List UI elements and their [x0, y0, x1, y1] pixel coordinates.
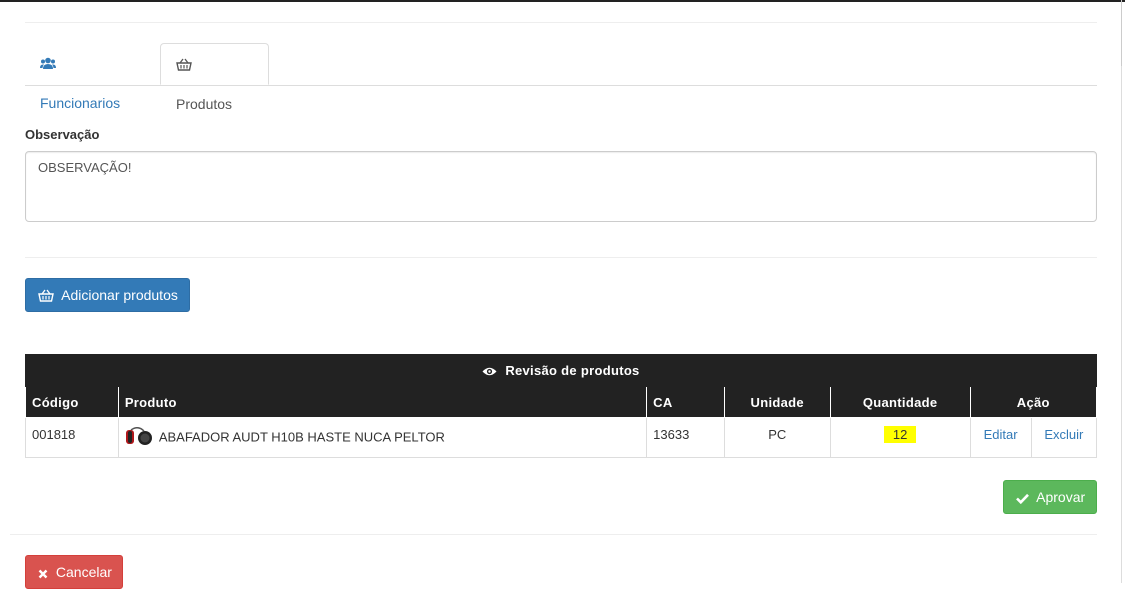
cell-produto-name: ABAFADOR AUDT H10B HASTE NUCA PELTOR — [158, 429, 445, 445]
column-header-acao: Ação — [969, 386, 1097, 418]
check-icon — [1016, 489, 1036, 505]
products-review-table: Revisão de produtos Código Produto CA Un… — [25, 354, 1098, 458]
cancel-button[interactable]: Cancelar — [25, 555, 123, 589]
review-table-title-text: Revisão de produtos — [505, 363, 640, 378]
approve-label: Aprovar — [1036, 489, 1086, 505]
eye-icon — [482, 363, 505, 378]
tab-funcionarios[interactable]: Funcionarios — [25, 43, 157, 111]
top-border — [0, 0, 1125, 2]
cell-quantidade: 12 — [829, 417, 971, 458]
review-table-title: Revisão de produtos — [25, 354, 1097, 387]
tab-funcionarios-label: Funcionarios — [40, 95, 121, 111]
cell-produto: ABAFADOR AUDT H10B HASTE NUCA PELTOR — [117, 417, 648, 458]
approve-button[interactable]: Aprovar — [1003, 480, 1097, 514]
tab-bar: Funcionarios Produtos — [25, 43, 1097, 112]
basket-icon — [176, 56, 196, 72]
column-header-unidade: Unidade — [723, 386, 831, 418]
cell-excluir: Excluir — [1030, 417, 1098, 458]
basket-icon — [38, 287, 61, 303]
column-header-quantidade: Quantidade — [829, 386, 971, 418]
observacao-textarea[interactable]: OBSERVAÇÃO! — [25, 151, 1097, 222]
cancel-label: Cancelar — [55, 564, 112, 580]
table-row: 001818 ABAFADOR AUDT H10B HASTE NUCA PEL… — [25, 417, 1098, 458]
cell-unidade: PC — [723, 417, 831, 458]
add-products-label: Adicionar produtos — [61, 287, 178, 303]
scrollbar-edge-lower — [1121, 66, 1122, 583]
column-header-codigo: Código — [25, 386, 119, 418]
tab-produtos[interactable]: Produtos — [160, 43, 269, 112]
column-header-ca: CA — [646, 386, 725, 418]
quantity-highlight: 12 — [883, 426, 917, 443]
divider-top — [25, 22, 1097, 23]
cell-ca: 13633 — [646, 417, 725, 458]
scrollbar-edge — [1121, 0, 1122, 66]
divider-middle — [25, 257, 1097, 258]
cell-editar: Editar — [969, 417, 1032, 458]
add-products-button[interactable]: Adicionar produtos — [25, 278, 190, 312]
tab-produtos-label: Produtos — [176, 96, 233, 112]
earmuff-product-image — [125, 427, 155, 447]
cell-codigo: 001818 — [25, 417, 119, 458]
column-header-produto: Produto — [117, 386, 648, 418]
close-icon — [38, 564, 56, 580]
users-icon — [40, 55, 60, 71]
observacao-label: Observação — [25, 127, 100, 142]
edit-link[interactable]: Editar — [984, 427, 1018, 442]
delete-link[interactable]: Excluir — [1044, 427, 1083, 442]
divider-bottom — [10, 534, 1097, 535]
